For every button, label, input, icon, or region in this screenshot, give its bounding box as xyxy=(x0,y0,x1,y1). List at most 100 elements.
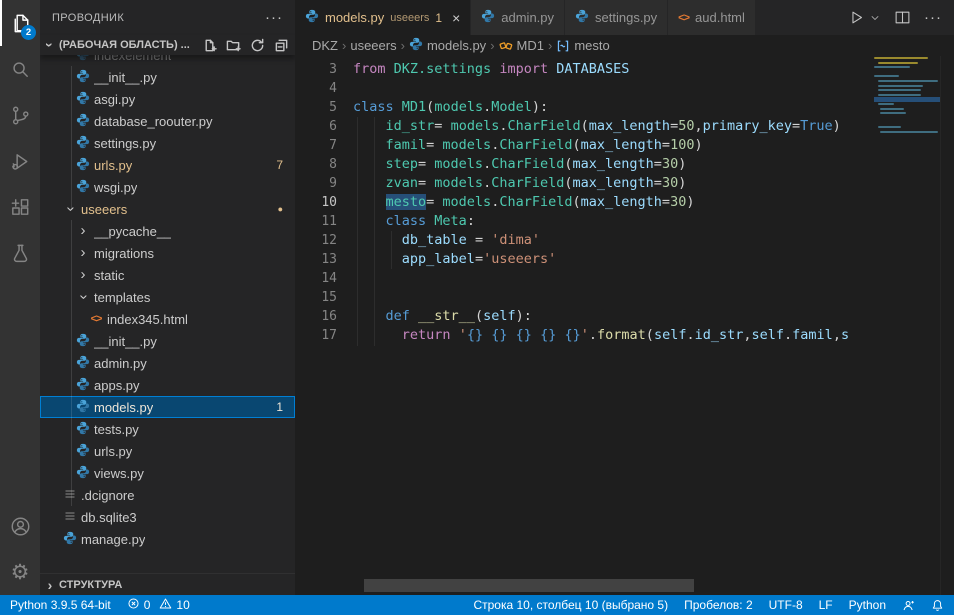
tree-file-models-py[interactable]: models.py1 xyxy=(40,396,295,418)
breadcrumb-item-dkz[interactable]: DKZ xyxy=(312,38,338,53)
minimap-line xyxy=(874,57,928,59)
minimap[interactable] xyxy=(874,57,940,135)
tab-aud-html[interactable]: <>aud.html xyxy=(668,0,756,35)
minimap-line xyxy=(878,126,901,128)
source-control-icon[interactable] xyxy=(0,92,40,138)
tree-item-label: admin.py xyxy=(94,356,147,371)
code-text: def __str__(self): xyxy=(353,307,532,326)
tree-file-apps-py[interactable]: apps.py xyxy=(40,374,295,396)
tree-file-wsgi-py[interactable]: wsgi.py xyxy=(40,176,295,198)
tree-file-db-sqlite3[interactable]: db.sqlite3 xyxy=(40,506,295,528)
notifications-bell-icon[interactable] xyxy=(931,599,944,612)
code-text: return '{} {} {} {} {}'.format(self.id_s… xyxy=(353,326,849,345)
tree-folder-migrations[interactable]: ›migrations xyxy=(40,242,295,264)
code-line-12[interactable]: 12 db_table = 'dima' xyxy=(295,231,875,250)
python-file-icon xyxy=(76,179,90,196)
code-line-3[interactable]: 3from DKZ.settings import DATABASES xyxy=(295,60,875,79)
code-line-6[interactable]: 6 id_str= models.CharField(max_length=50… xyxy=(295,117,875,136)
tab-problems-badge: 1 xyxy=(435,11,442,25)
workspace-section-header[interactable]: › (РАБОЧАЯ ОБЛАСТЬ) ... xyxy=(40,35,295,55)
tree-file-asgi-py[interactable]: asgi.py xyxy=(40,88,295,110)
views-more-actions-icon[interactable]: ··· xyxy=(265,9,283,26)
tree-file-admin-py[interactable]: admin.py xyxy=(40,352,295,374)
activity-bar: 2⚙ xyxy=(0,0,40,595)
error-count: 0 xyxy=(144,598,151,612)
more-actions-icon[interactable]: ··· xyxy=(924,9,942,26)
run-debug-icon[interactable] xyxy=(0,138,40,184)
cursor-position-status[interactable]: Строка 10, столбец 10 (выбрано 5) xyxy=(473,598,668,612)
testing-icon[interactable] xyxy=(0,230,40,276)
new-folder-icon[interactable] xyxy=(225,37,241,53)
indentation-status[interactable]: Пробелов: 2 xyxy=(684,598,753,612)
eol-status[interactable]: LF xyxy=(819,598,833,612)
breadcrumb-item-useeers[interactable]: useeers xyxy=(350,38,396,53)
outline-section-header[interactable]: › СТРУКТУРА xyxy=(40,573,295,595)
code-line-9[interactable]: 9 zvan= models.CharField(max_length=30) xyxy=(295,174,875,193)
vertical-scrollbar[interactable] xyxy=(940,56,954,595)
breadcrumb-item-mesto[interactable]: mesto xyxy=(556,38,609,53)
split-editor-icon[interactable] xyxy=(894,9,911,26)
code-line-11[interactable]: 11 class Meta: xyxy=(295,212,875,231)
encoding-status[interactable]: UTF-8 xyxy=(769,598,803,612)
explorer-toolbar xyxy=(201,37,289,53)
code-text: mesto= models.CharField(max_length=30) xyxy=(353,193,694,212)
tree-file-manage-py[interactable]: manage.py xyxy=(40,528,295,550)
horizontal-scrollbar[interactable] xyxy=(364,579,694,592)
close-icon[interactable]: × xyxy=(452,10,460,26)
code-line-16[interactable]: 16 def __str__(self): xyxy=(295,307,875,326)
problems-status[interactable]: 0 10 xyxy=(127,597,190,613)
tree-file-index345-html[interactable]: <>index345.html xyxy=(40,308,295,330)
line-number: 4 xyxy=(295,79,337,98)
chevron-down-icon: › xyxy=(78,295,88,300)
python-interpreter-status[interactable]: Python 3.9.5 64-bit xyxy=(10,598,111,612)
feedback-icon[interactable] xyxy=(902,599,915,612)
python-version-label: Python 3.9.5 64-bit xyxy=(10,598,111,612)
code-line-5[interactable]: 5class MD1(models.Model): xyxy=(295,98,875,117)
tab-admin-py[interactable]: admin.py xyxy=(471,0,565,35)
code-line-17[interactable]: 17 return '{} {} {} {} {}'.format(self.i… xyxy=(295,326,875,345)
settings-gear-icon[interactable]: ⚙ xyxy=(0,549,40,595)
tree-folder-static[interactable]: ›static xyxy=(40,264,295,286)
refresh-icon[interactable] xyxy=(249,37,265,53)
field-symbol-icon xyxy=(556,39,570,53)
code-line-4[interactable]: 4 xyxy=(295,79,875,98)
code-line-10[interactable]: 10 mesto= models.CharField(max_length=30… xyxy=(295,193,875,212)
tree-file-indexelement[interactable]: indexelement xyxy=(40,55,295,66)
tree-file-database-roouter-py[interactable]: database_roouter.py xyxy=(40,110,295,132)
search-icon[interactable] xyxy=(0,46,40,92)
tree-file-urls-py[interactable]: urls.py xyxy=(40,440,295,462)
breadcrumb-item-md1[interactable]: MD1 xyxy=(499,38,544,53)
code-line-8[interactable]: 8 step= models.CharField(max_length=30) xyxy=(295,155,875,174)
python-file-icon xyxy=(76,69,90,86)
run-icon[interactable] xyxy=(848,9,865,26)
language-mode-status[interactable]: Python xyxy=(849,598,886,612)
tree-file--dcignore[interactable]: .dcignore xyxy=(40,484,295,506)
tree-file-tests-py[interactable]: tests.py xyxy=(40,418,295,440)
tree-file-urls-py[interactable]: urls.py7 xyxy=(40,154,295,176)
tree-file-views-py[interactable]: views.py xyxy=(40,462,295,484)
code-line-14[interactable]: 14 xyxy=(295,269,875,288)
code-line-13[interactable]: 13 app_label='useeers' xyxy=(295,250,875,269)
tree-file--init-py[interactable]: __init__.py xyxy=(40,66,295,88)
tree-item-label: settings.py xyxy=(94,136,156,151)
tree-folder-useeers[interactable]: ›useeers● xyxy=(40,198,295,220)
python-file-icon xyxy=(76,91,90,108)
account-icon[interactable] xyxy=(0,503,40,549)
code-line-15[interactable]: 15 xyxy=(295,288,875,307)
tab-models-py[interactable]: models.pyuseeers1× xyxy=(295,0,471,35)
new-file-icon[interactable] xyxy=(201,37,217,53)
code-text: class MD1(models.Model): xyxy=(353,98,548,117)
tree-file-settings-py[interactable]: settings.py xyxy=(40,132,295,154)
code-line-7[interactable]: 7 famil= models.CharField(max_length=100… xyxy=(295,136,875,155)
tree-folder-templates[interactable]: ›templates xyxy=(40,286,295,308)
tree-file--init-py[interactable]: __init__.py xyxy=(40,330,295,352)
collapse-all-icon[interactable] xyxy=(273,37,289,53)
code-editor[interactable]: 3from DKZ.settings import DATABASES45cla… xyxy=(295,56,875,595)
tab-settings-py[interactable]: settings.py xyxy=(565,0,668,35)
line-number: 10 xyxy=(295,193,337,212)
extensions-icon[interactable] xyxy=(0,184,40,230)
breadcrumb-item-models-py[interactable]: models.py xyxy=(409,37,486,54)
tree-folder--pycache-[interactable]: ›__pycache__ xyxy=(40,220,295,242)
run-dropdown-icon[interactable] xyxy=(869,12,881,24)
explorer-icon[interactable]: 2 xyxy=(0,0,40,46)
